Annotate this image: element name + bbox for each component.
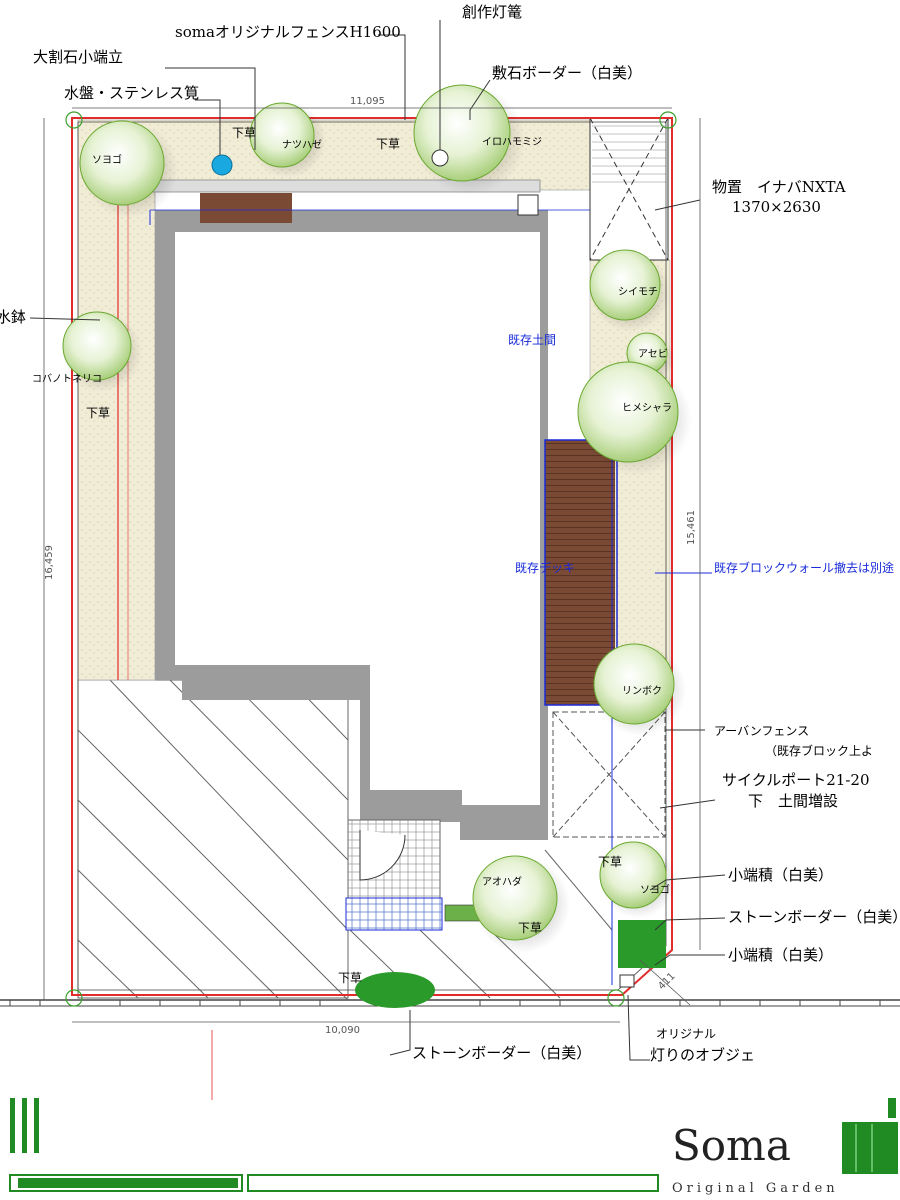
label-existing-deck: 既存デッキ [515,560,575,575]
label-big-stone: 大割石小端立 [33,48,123,66]
label-block-wall: 既存ブロックウォール撤去は別途 [714,560,894,575]
label-existing-doma: 既存土間 [508,333,556,347]
label-stone-border-top: 敷石ボーダー（白美） [492,64,642,82]
site-plan: somaオリジナルフェンスH1600 創作灯篭 大割石小端立 敷石ボーダー（白美… [0,3,900,1196]
label-soyogo-1: ソヨゴ [92,153,122,166]
label-aohada: アオハダ [482,875,522,888]
light-box [517,194,539,216]
dim-bottom: 10,090 [325,1025,360,1036]
tree-aohada [472,855,570,953]
tree-soyogo-2 [599,841,676,918]
entrance [345,819,443,931]
label-basin: 水盤・ステンレス筧 [64,84,199,102]
road-line [0,999,900,1007]
water-basin [211,154,233,176]
dim-corner: 411 [656,971,677,992]
label-iroha: イロハモミジ [482,137,542,148]
lantern [431,149,449,167]
label-kobazumi-1: 小端積（白美） [728,866,833,884]
wood-bench [200,193,292,223]
brand-name: Soma [672,1121,791,1170]
label-urban-fence-note: （既存ブロック上よ [765,743,873,758]
label-bowl: 水鉢 [0,308,26,326]
label-urban-fence: アーバンフェンス [714,724,809,738]
label-kono: コバノトネリコ [32,373,102,385]
light-object [619,974,635,988]
label-cycle-port: サイクルポート21-20 [722,771,870,789]
label-shitakusa-2: 下草 [376,137,400,151]
brand-tagline: Original Garden [672,1181,839,1196]
label-shitakusa-4: 下草 [598,855,622,869]
label-stone-border-right: ストーンボーダー（白美） [728,908,900,926]
label-lantern: 創作灯篭 [462,3,522,21]
label-fence: somaオリジナルフェンスH1600 [175,23,401,41]
label-stone-border-bottom: ストーンボーダー（白美） [412,1044,591,1062]
label-asebi: アセビ [638,348,668,360]
label-shed: 物置 イナバNXTA [712,178,846,196]
label-light-object: 灯りのオブジェ [650,1046,755,1064]
label-cycle-port-note: 下 土間増設 [748,792,838,810]
dim-top: 11,095 [350,96,385,107]
storage-shed [589,117,669,261]
dim-right: 15,461 [686,510,697,545]
dim-left: 16,459 [44,545,55,580]
planter-low [355,972,435,1008]
label-shed-size: 1370×2630 [732,198,821,216]
label-shitakusa-1: 下草 [232,126,256,140]
label-kobazumi-2: 小端積（白美） [728,946,833,964]
label-shitakusa-5: 下草 [518,921,542,935]
label-shiimochi: シイモチ [618,286,658,298]
label-shitakusa-6: 下草 [338,971,362,985]
label-himeshara: ヒメシャラ [622,402,672,414]
label-original: オリジナル [656,1027,716,1041]
label-soyogo-2: ソヨゴ [640,883,670,896]
label-natsuhaze: ナツハゼ [282,139,322,151]
label-ringo: リンボク [622,685,662,697]
label-shitakusa-3: 下草 [86,406,110,420]
